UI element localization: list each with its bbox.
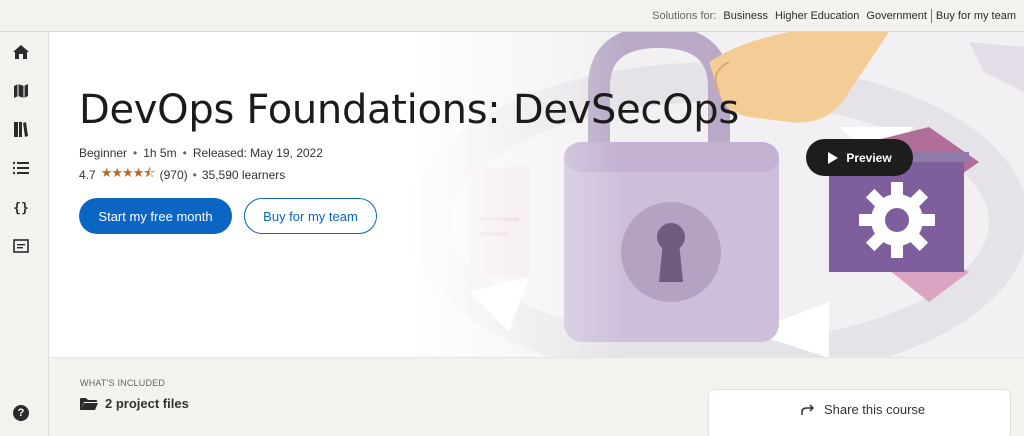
course-hero: DevOps Foundations: DevSecOps Beginner •… (49, 32, 1024, 358)
business-link[interactable]: Business (723, 10, 768, 22)
course-details: WHAT'S INCLUDED 2 project files Share th… (49, 358, 1024, 436)
course-release-date: Released: May 19, 2022 (192, 146, 323, 160)
included-item: 2 project files (80, 396, 189, 411)
course-illustration (409, 32, 1024, 357)
solutions-label: Solutions for: (652, 10, 717, 22)
course-meta: Beginner • 1h 5m • Released: May 19, 202… (79, 146, 323, 160)
included-item-label: 2 project files (105, 396, 189, 411)
separator-dot: • (192, 168, 197, 182)
course-title: DevOps Foundations: DevSecOps (79, 87, 739, 133)
whats-included-heading: WHAT'S INCLUDED (80, 378, 166, 388)
buy-for-team-link[interactable]: Buy for my team (936, 10, 1016, 22)
notes-icon[interactable] (12, 237, 30, 255)
help-icon[interactable]: ? (13, 405, 29, 421)
course-level: Beginner (79, 146, 128, 160)
preview-button[interactable]: Preview (806, 139, 913, 176)
government-link[interactable]: Government (866, 10, 927, 22)
map-icon[interactable] (12, 82, 30, 100)
top-bar: Solutions for: Business Higher Education… (0, 0, 1024, 32)
svg-text:{}: {} (13, 201, 29, 215)
divider (930, 9, 932, 23)
folder-icon (80, 397, 98, 410)
share-course-button[interactable]: Share this course (801, 402, 925, 417)
start-free-month-button[interactable]: Start my free month (79, 198, 232, 234)
separator-dot: • (133, 146, 138, 160)
home-icon[interactable] (12, 43, 30, 61)
play-icon (828, 151, 839, 164)
learner-count: 35,590 learners (201, 168, 286, 182)
sidebar: {} (0, 32, 49, 436)
braces-icon[interactable]: {} (12, 198, 30, 216)
list-icon[interactable] (12, 159, 30, 177)
course-rating-row: 4.7 ★★★★⯪ (970) • 35,590 learners (79, 164, 285, 186)
course-duration: 1h 5m (143, 146, 177, 160)
solutions-nav: Solutions for: Business Higher Education… (652, 9, 1016, 23)
rating-value: 4.7 (79, 168, 96, 182)
share-arrow-icon (801, 403, 815, 415)
buy-for-team-button[interactable]: Buy for my team (244, 198, 377, 234)
share-card: Share this course (708, 389, 1011, 436)
rating-stars: ★★★★⯪ (100, 165, 156, 180)
preview-label: Preview (846, 150, 892, 165)
review-count[interactable]: (970) (160, 168, 188, 182)
library-icon[interactable] (12, 120, 30, 138)
separator-dot: • (182, 146, 187, 160)
share-label: Share this course (824, 402, 926, 417)
higher-education-link[interactable]: Higher Education (775, 10, 859, 22)
